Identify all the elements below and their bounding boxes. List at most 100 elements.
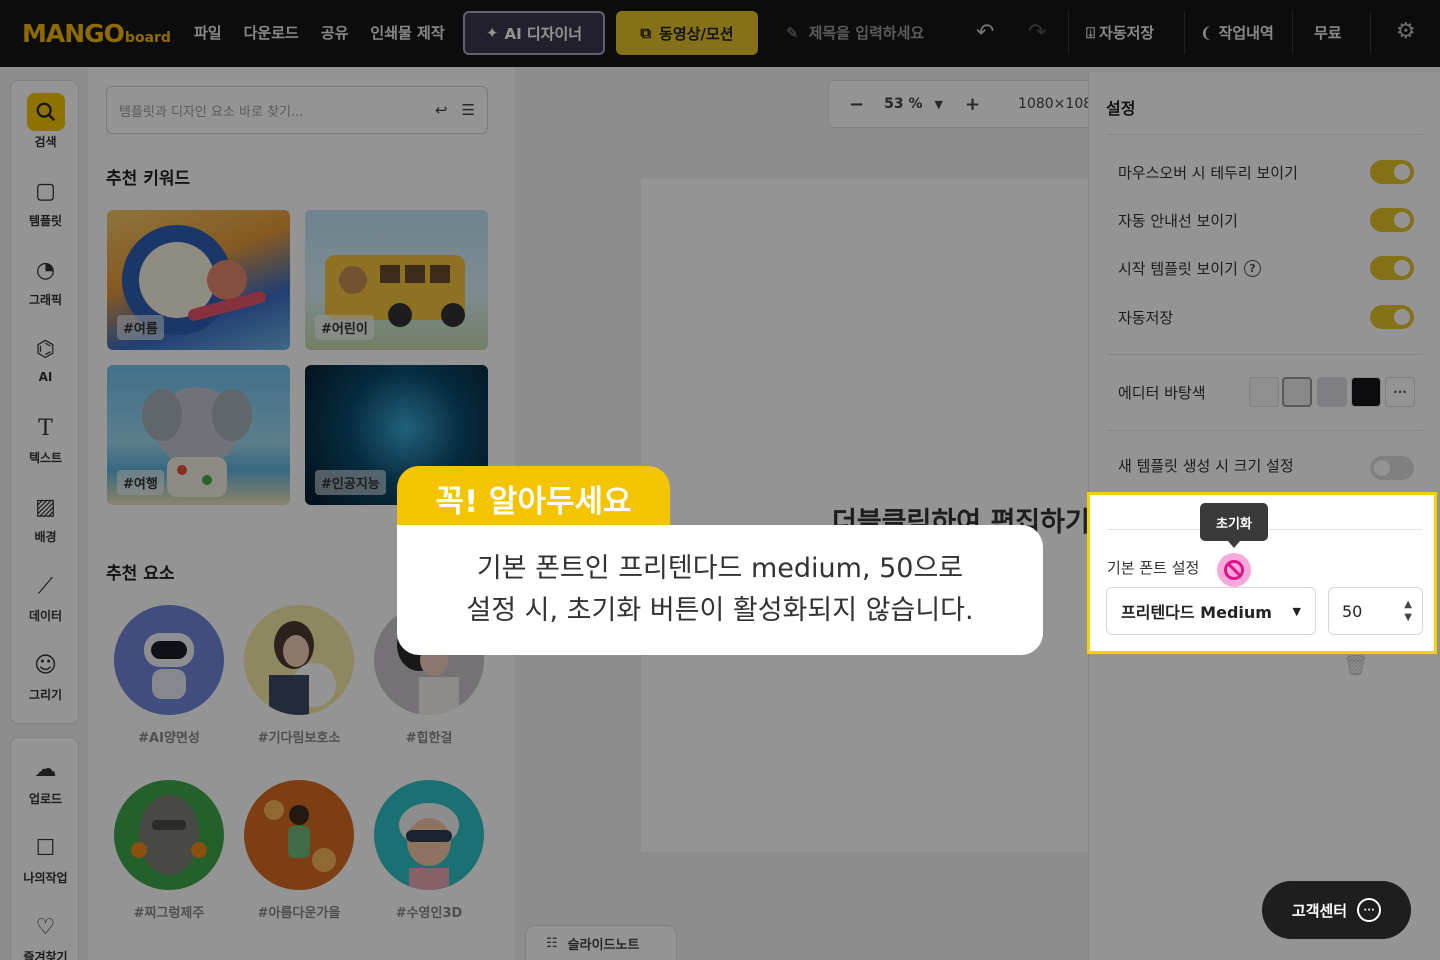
hover-border-toggle[interactable] <box>1370 160 1414 184</box>
font-family-select[interactable]: 프리텐다드 Medium ▼ <box>1106 587 1316 635</box>
bg-swatch-light-gray[interactable] <box>1282 377 1312 407</box>
no-entry-icon <box>1224 560 1244 580</box>
my-work-icon: ☐ <box>35 835 56 861</box>
search-icon <box>26 93 65 131</box>
chevron-up-icon: ▲ <box>1404 599 1412 610</box>
element-image <box>399 803 459 890</box>
chevron-down-icon[interactable]: ▼ <box>934 98 942 111</box>
chevron-down-icon: ▼ <box>1292 604 1301 618</box>
rail-item-my-work[interactable]: ☐ 나의작업 <box>11 829 80 886</box>
rail-item-draw[interactable]: ☺ 그리기 <box>11 646 80 703</box>
element-thumb[interactable] <box>244 605 354 715</box>
keywords-title: 추천 키워드 <box>106 169 191 189</box>
left-rail-bottom: ☁ 업로드 ☐ 나의작업 ♡ 즐겨찾기 <box>10 737 79 960</box>
reset-button[interactable] <box>1217 553 1251 587</box>
trash-icon[interactable]: 🗑 <box>1343 653 1368 677</box>
callout-title: 꼭! 알아두세요 <box>397 466 670 534</box>
rail-item-template[interactable]: ▢ 템플릿 <box>11 172 80 229</box>
autosave-button[interactable]: ⍗ 자동저장 <box>1086 22 1154 43</box>
slide-notes-tab[interactable]: ☷ 슬라이드노트 <box>525 925 677 960</box>
element-thumb[interactable] <box>114 780 224 890</box>
stepper-arrows[interactable]: ▲ ▼ <box>1404 598 1412 624</box>
chevron-down-icon: ▼ <box>1404 612 1412 623</box>
template-icon: ▢ <box>35 178 56 204</box>
auto-guides-toggle[interactable] <box>1370 208 1414 232</box>
upload-icon: ☁ <box>34 756 57 782</box>
element-thumb[interactable] <box>374 780 484 890</box>
ai-designer-button[interactable]: ✦ AI 디자이너 <box>463 11 605 55</box>
rail-item-data[interactable]: ⟋ 데이터 <box>11 567 80 624</box>
filter-search-icon[interactable]: ☰ <box>462 101 475 119</box>
top-bar: MANGOboard 파일 다운로드 공유 인쇄물 제작 ✦ AI 디자이너 ⧉… <box>0 0 1440 67</box>
editor-bg-label: 에디터 바탕색 <box>1118 384 1206 402</box>
gear-icon[interactable]: ⚙ <box>1396 19 1416 44</box>
menu-download[interactable]: 다운로드 <box>244 22 299 43</box>
keyword-card[interactable]: #여름 <box>107 210 290 350</box>
divider <box>1184 12 1185 54</box>
plan-free[interactable]: 무료 <box>1314 22 1342 43</box>
rail-item-text[interactable]: T 텍스트 <box>11 409 80 466</box>
setting-hover-border-label: 마우스오버 시 테두리 보이기 <box>1118 164 1298 182</box>
zoom-value[interactable]: 53 % <box>884 96 922 112</box>
menu-print[interactable]: 인쇄물 제작 <box>370 22 444 43</box>
divider <box>1107 354 1422 355</box>
default-font-highlight: 기본 폰트 설정 초기화 프리텐다드 Medium ▼ 50 ▲ ▼ <box>1087 492 1437 654</box>
bg-swatch-black[interactable] <box>1351 377 1381 407</box>
setting-guides-label: 자동 안내선 보이기 <box>1118 212 1238 230</box>
callout-line-1: 기본 폰트인 프리텐다드 medium, 50으로 <box>476 553 964 584</box>
bg-swatch-gray[interactable] <box>1317 377 1347 407</box>
zoom-out-button[interactable]: − <box>849 94 864 115</box>
element-image <box>144 633 194 699</box>
element-label: #수영인3D <box>395 906 463 921</box>
element-image <box>269 621 336 715</box>
callout-line-2: 설정 시, 초기화 버튼이 활성화되지 않습니다. <box>466 595 974 626</box>
top-menu: 파일 다운로드 공유 인쇄물 제작 <box>194 22 467 43</box>
default-font-label: 기본 폰트 설정 <box>1107 559 1200 577</box>
setting-start-template-label: 시작 템플릿 보이기? <box>1118 258 1261 279</box>
rail-item-search[interactable]: 검색 <box>11 93 80 150</box>
menu-file[interactable]: 파일 <box>194 22 222 43</box>
start-template-toggle[interactable] <box>1370 256 1414 280</box>
font-size-stepper[interactable]: 50 ▲ ▼ <box>1328 587 1423 635</box>
return-icon[interactable]: ↩ <box>435 101 448 119</box>
element-image <box>264 800 336 872</box>
menu-share[interactable]: 공유 <box>321 22 349 43</box>
title-input[interactable]: ✎ 제목을 입력하세요 <box>786 22 924 43</box>
more-colors-button[interactable]: ··· <box>1385 377 1415 407</box>
chart-icon: ⟋ <box>37 573 54 599</box>
bg-swatch-white[interactable] <box>1249 377 1279 407</box>
history-button[interactable]: ❨ 작업내역 <box>1200 22 1274 43</box>
magic-wand-icon: ✦ <box>485 24 499 42</box>
help-center-button[interactable]: 고객센터 ··· <box>1262 881 1411 939</box>
divider <box>1370 12 1371 54</box>
element-label: #찌그렁제주 <box>133 906 205 921</box>
new-template-size-toggle[interactable] <box>1370 456 1414 480</box>
help-icon[interactable]: ? <box>1243 260 1261 277</box>
video-motion-button[interactable]: ⧉ 동영상/모션 <box>616 11 758 55</box>
zoom-in-button[interactable]: + <box>965 94 980 115</box>
elements-title: 추천 요소 <box>106 564 175 584</box>
zoom-toolbar: − 53 % ▼ + 1080×1080 <box>828 80 1101 128</box>
list-icon: ☷ <box>546 935 558 951</box>
keyword-card[interactable]: #여행 <box>107 365 290 505</box>
rail-item-favorite[interactable]: ♡ 즐겨찾기 <box>11 908 80 960</box>
divider <box>1107 134 1422 135</box>
element-label: #힙한걸 <box>405 731 453 746</box>
left-rail: 검색 ▢ 템플릿 ◔ 그래픽 ⌬ AI T 텍스트 ▨ 배경 ⟋ 데이터 ☺ 그… <box>10 80 79 724</box>
keyword-card[interactable]: #어린이 <box>305 210 488 350</box>
rail-item-graphic[interactable]: ◔ 그래픽 <box>11 251 80 308</box>
element-thumb[interactable] <box>114 605 224 715</box>
rail-item-background[interactable]: ▨ 배경 <box>11 488 80 545</box>
redo-icon[interactable]: ↷ <box>1028 20 1046 45</box>
search-input[interactable]: 템플릿과 디자인 요소 바로 찾기... ↩ ☰ <box>106 86 488 134</box>
element-thumb[interactable] <box>244 780 354 890</box>
logo[interactable]: MANGOboard <box>22 19 171 48</box>
divider <box>1107 430 1422 431</box>
draw-icon: ☺ <box>34 652 57 678</box>
rail-item-ai[interactable]: ⌬ AI <box>11 330 80 385</box>
autosave-toggle[interactable] <box>1370 305 1414 329</box>
rail-item-upload[interactable]: ☁ 업로드 <box>11 750 80 807</box>
element-label: #AI양면성 <box>138 731 200 746</box>
setting-autosave-label: 자동저장 <box>1118 309 1174 327</box>
undo-icon[interactable]: ↶ <box>976 20 994 45</box>
